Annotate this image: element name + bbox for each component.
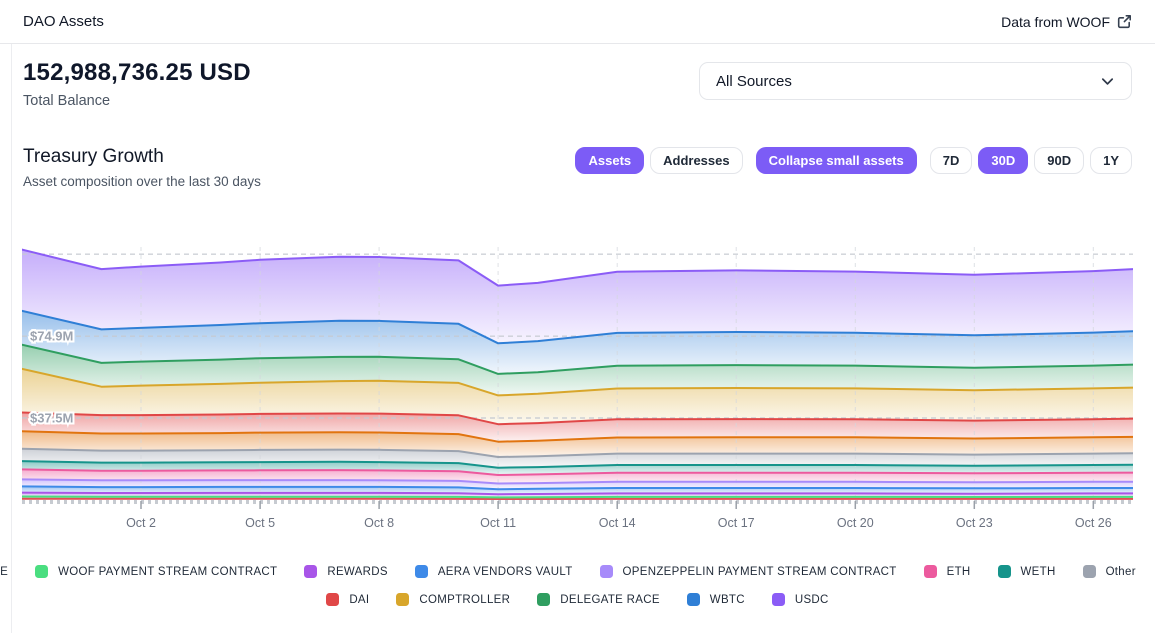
- page-title: DAO Assets: [23, 13, 104, 30]
- chevron-down-icon: [1100, 74, 1115, 89]
- x-tick-label: Oct 8: [364, 516, 394, 530]
- x-tick-label: Oct 20: [837, 516, 874, 530]
- collapse-small-assets-button[interactable]: Collapse small assets: [756, 147, 917, 174]
- legend-row-2: DAI COMPTROLLER DELEGATE RACE WBTC USDC: [0, 593, 1155, 606]
- legend-label: OPENZEPPELIN PAYMENT STREAM CONTRACT: [623, 566, 897, 578]
- x-tick-label: Oct 14: [599, 516, 636, 530]
- chart-legend: MANTLE WOOF PAYMENT STREAM CONTRACT REWARD…: [0, 565, 1155, 606]
- legend-label: REWARDS: [327, 566, 387, 578]
- legend-item-usdc[interactable]: USDC: [772, 593, 829, 606]
- legend-item-other[interactable]: Other: [1083, 565, 1136, 578]
- sources-dropdown-value: All Sources: [716, 73, 792, 90]
- legend-item-woof-payment-stream-contract[interactable]: WOOF PAYMENT STREAM CONTRACT: [35, 565, 277, 578]
- external-link-icon: [1117, 14, 1132, 29]
- x-tick-label: Oct 23: [956, 516, 993, 530]
- y-axis-label: $74.9M: [30, 329, 73, 344]
- x-tick-label: Oct 26: [1075, 516, 1112, 530]
- legend-swatch-icon: [1083, 565, 1096, 578]
- total-balance-label: Total Balance: [23, 93, 251, 109]
- range-30d-button[interactable]: 30D: [978, 147, 1028, 174]
- legend-swatch-icon: [924, 565, 937, 578]
- legend-item-mantle[interactable]: MANTLE: [0, 565, 8, 578]
- section-subtitle: Asset composition over the last 30 days: [23, 174, 261, 189]
- legend-swatch-icon: [687, 593, 700, 606]
- range-7d-button[interactable]: 7D: [930, 147, 973, 174]
- x-tick-label: Oct 17: [718, 516, 755, 530]
- legend-swatch-icon: [35, 565, 48, 578]
- x-tick-label: Oct 11: [480, 516, 516, 530]
- legend-label: WBTC: [710, 594, 745, 606]
- chart-controls-section: Treasury Growth Asset composition over t…: [0, 109, 1155, 189]
- total-balance-amount: 152,988,736.25 USD: [23, 58, 251, 88]
- legend-label: Other: [1106, 566, 1136, 578]
- legend-item-delegate-race[interactable]: DELEGATE RACE: [537, 593, 660, 606]
- balance-block: 152,988,736.25 USD Total Balance: [23, 58, 251, 109]
- dao-assets-page: DAO Assets Data from WOOF 152,988,736.25…: [0, 0, 1155, 633]
- x-tick-label: Oct 5: [245, 516, 275, 530]
- legend-swatch-icon: [998, 565, 1011, 578]
- addresses-toggle-button[interactable]: Addresses: [650, 147, 742, 174]
- legend-swatch-icon: [537, 593, 550, 606]
- legend-row-1: MANTLE WOOF PAYMENT STREAM CONTRACT REWARD…: [0, 565, 1155, 578]
- legend-swatch-icon: [396, 593, 409, 606]
- header: DAO Assets Data from WOOF: [0, 0, 1155, 44]
- legend-item-aera-vendors-vault[interactable]: AERA VENDORS VAULT: [415, 565, 573, 578]
- range-1y-button[interactable]: 1Y: [1090, 147, 1132, 174]
- legend-item-comptroller[interactable]: COMPTROLLER: [396, 593, 510, 606]
- legend-item-rewards[interactable]: REWARDS: [304, 565, 387, 578]
- sources-dropdown[interactable]: All Sources: [699, 62, 1132, 100]
- legend-label: USDC: [795, 594, 829, 606]
- treasury-growth-chart[interactable]: Oct 2 Oct 5 Oct 8 Oct 11 Oct 14 Oct 17 Oct 20 O…: [22, 243, 1133, 535]
- assets-toggle-button[interactable]: Assets: [575, 147, 644, 174]
- stacked-area-chart[interactable]: Oct 2 Oct 5 Oct 8 Oct 11 Oct 14 Oct 17 Oct 20 O…: [22, 243, 1133, 535]
- legend-label: AERA VENDORS VAULT: [438, 566, 573, 578]
- chart-buttons: Assets Addresses Collapse small assets 7…: [575, 145, 1132, 174]
- legend-swatch-icon: [600, 565, 613, 578]
- legend-label: ETH: [947, 566, 971, 578]
- legend-label: MANTLE: [0, 566, 8, 578]
- data-source-link[interactable]: Data from WOOF: [1001, 14, 1132, 30]
- x-tick-label: Oct 2: [126, 516, 156, 530]
- legend-item-openzeppelin-payment-stream-contract[interactable]: OPENZEPPELIN PAYMENT STREAM CONTRACT: [600, 565, 897, 578]
- line-woof-payment-stream-contract: [22, 497, 1133, 498]
- legend-swatch-icon: [772, 593, 785, 606]
- balance-section: 152,988,736.25 USD Total Balance All Sou…: [0, 44, 1155, 109]
- legend-item-eth[interactable]: ETH: [924, 565, 971, 578]
- range-90d-button[interactable]: 90D: [1034, 147, 1084, 174]
- section-titles: Treasury Growth Asset composition over t…: [23, 145, 261, 189]
- legend-item-dai[interactable]: DAI: [326, 593, 369, 606]
- legend-swatch-icon: [304, 565, 317, 578]
- legend-item-weth[interactable]: WETH: [998, 565, 1056, 578]
- y-axis-label: $37.5M: [30, 411, 73, 426]
- section-title: Treasury Growth: [23, 145, 261, 169]
- legend-label: DELEGATE RACE: [560, 594, 660, 606]
- legend-label: COMPTROLLER: [419, 594, 510, 606]
- legend-label: DAI: [349, 594, 369, 606]
- data-source-label: Data from WOOF: [1001, 14, 1110, 30]
- legend-swatch-icon: [415, 565, 428, 578]
- left-divider: [11, 44, 12, 633]
- legend-item-wbtc[interactable]: WBTC: [687, 593, 745, 606]
- legend-label: WOOF PAYMENT STREAM CONTRACT: [58, 566, 277, 578]
- legend-label: WETH: [1021, 566, 1056, 578]
- legend-swatch-icon: [326, 593, 339, 606]
